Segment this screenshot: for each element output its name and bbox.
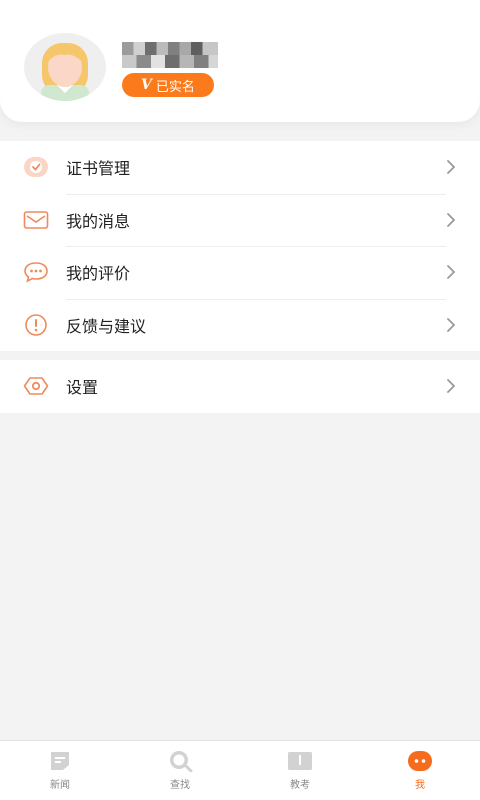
menu-label-messages: 我的消息 xyxy=(66,211,131,231)
verified-v-mark: V xyxy=(141,77,152,93)
eye-settings-icon xyxy=(22,374,50,398)
tab-teach-exam[interactable]: 教考 xyxy=(240,741,360,800)
menu-label-settings: 设置 xyxy=(66,378,99,398)
alert-icon xyxy=(22,313,50,337)
avatar[interactable] xyxy=(24,33,106,101)
tab-news[interactable]: 新闻 xyxy=(0,741,120,800)
book-icon xyxy=(287,749,313,773)
chevron-right-icon xyxy=(447,379,456,394)
tab-me[interactable]: 我 xyxy=(360,741,480,800)
menu-item-certificates[interactable]: 证书管理 xyxy=(0,141,480,194)
tab-label-me: 我 xyxy=(415,780,425,791)
settings-menu: 设置 xyxy=(0,360,480,413)
chevron-right-icon xyxy=(447,265,456,280)
verified-label: 已实名 xyxy=(155,79,195,95)
news-icon xyxy=(47,749,73,773)
certificate-icon xyxy=(22,155,50,179)
tab-search[interactable]: 查找 xyxy=(120,741,240,800)
username-blurred xyxy=(122,42,218,68)
menu-item-reviews[interactable]: 我的评价 xyxy=(0,246,480,299)
search-icon xyxy=(167,749,193,773)
menu-label-reviews: 我的评价 xyxy=(66,264,131,284)
menu-item-settings[interactable]: 设置 xyxy=(0,360,480,413)
tab-label-news: 新闻 xyxy=(50,780,70,791)
chevron-right-icon xyxy=(447,212,456,227)
tab-label-teach-exam: 教考 xyxy=(290,780,310,791)
profile-card: V 已实名 xyxy=(0,0,480,122)
comment-icon xyxy=(22,260,50,284)
tab-label-search: 查找 xyxy=(170,780,190,791)
menu-label-certificates: 证书管理 xyxy=(66,159,131,179)
avatar-illustration xyxy=(41,43,89,101)
menu-item-messages[interactable]: 我的消息 xyxy=(0,193,480,247)
menu-item-feedback[interactable]: 反馈与建议 xyxy=(0,298,480,352)
verified-badge: V 已实名 xyxy=(122,73,214,97)
bottom-tab-bar: 新闻 查找 教考 我 xyxy=(0,740,480,800)
chevron-right-icon xyxy=(447,317,456,332)
chevron-right-icon xyxy=(447,160,456,175)
menu-label-feedback: 反馈与建议 xyxy=(66,316,147,336)
envelope-icon xyxy=(22,208,50,232)
profile-icon xyxy=(407,749,433,773)
main-menu: 证书管理 我的消息 我的评价 反馈与建议 xyxy=(0,141,480,351)
